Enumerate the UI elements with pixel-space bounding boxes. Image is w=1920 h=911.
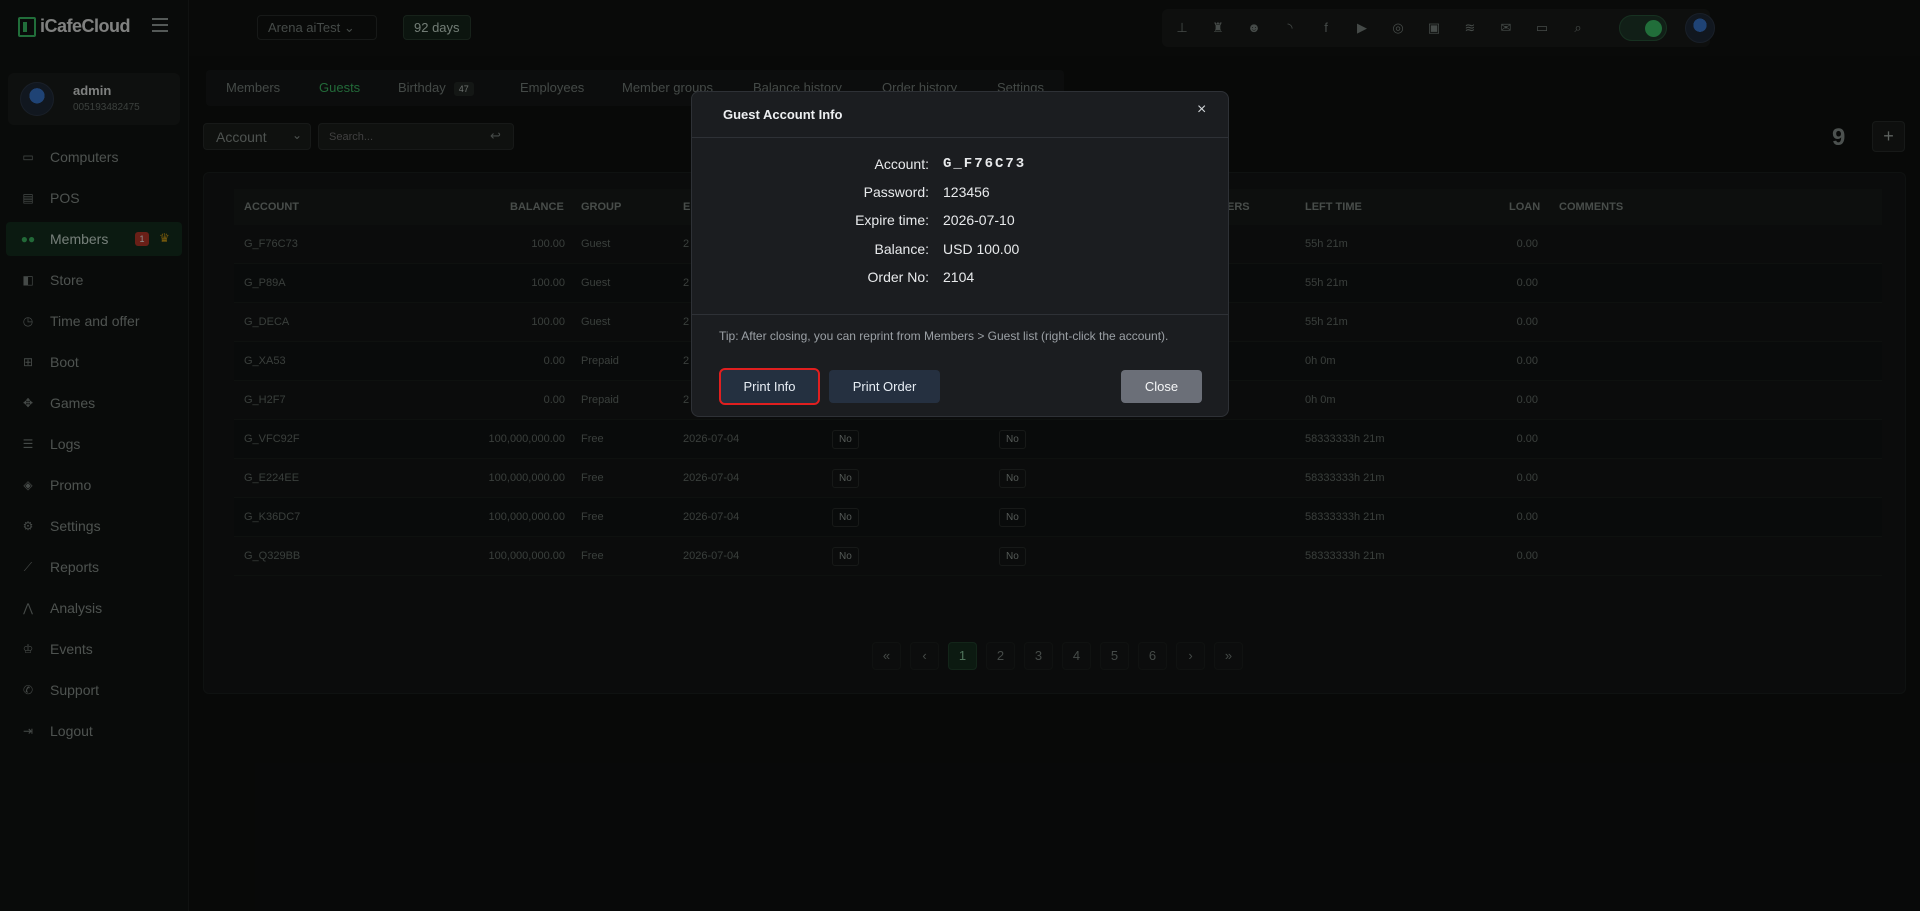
info-label: Password: xyxy=(863,184,929,200)
divider xyxy=(692,314,1228,315)
divider xyxy=(692,137,1228,138)
close-icon[interactable]: × xyxy=(1197,101,1206,119)
info-label: Account: xyxy=(874,156,929,172)
info-value-expire-time: 2026-07-10 xyxy=(943,212,1015,228)
print-order-button[interactable]: Print Order xyxy=(829,370,940,403)
info-row-account: Account: G_F76C73 xyxy=(692,156,1228,176)
info-value-balance: USD 100.00 xyxy=(943,241,1020,257)
print-info-button[interactable]: Print Info xyxy=(719,368,820,405)
guest-account-info-modal: Guest Account Info × Account: G_F76C73 P… xyxy=(691,91,1229,417)
modal-title: Guest Account Info xyxy=(723,107,843,122)
info-label: Balance: xyxy=(874,241,929,257)
info-value-password: 123456 xyxy=(943,184,990,200)
info-value-account: G_F76C73 xyxy=(943,156,1027,172)
info-row-password: Password: 123456 xyxy=(692,184,1228,204)
info-value-order-no: 2104 xyxy=(943,269,975,285)
info-row-balance: Balance: USD 100.00 xyxy=(692,241,1228,261)
info-label: Expire time: xyxy=(855,212,929,228)
reprint-tip: Tip: After closing, you can reprint from… xyxy=(719,329,1169,343)
info-row-order-no: Order No: 2104 xyxy=(692,269,1228,289)
info-label: Order No: xyxy=(867,269,929,285)
info-row-expire-time: Expire time: 2026-07-10 xyxy=(692,212,1228,232)
close-button[interactable]: Close xyxy=(1121,370,1202,403)
